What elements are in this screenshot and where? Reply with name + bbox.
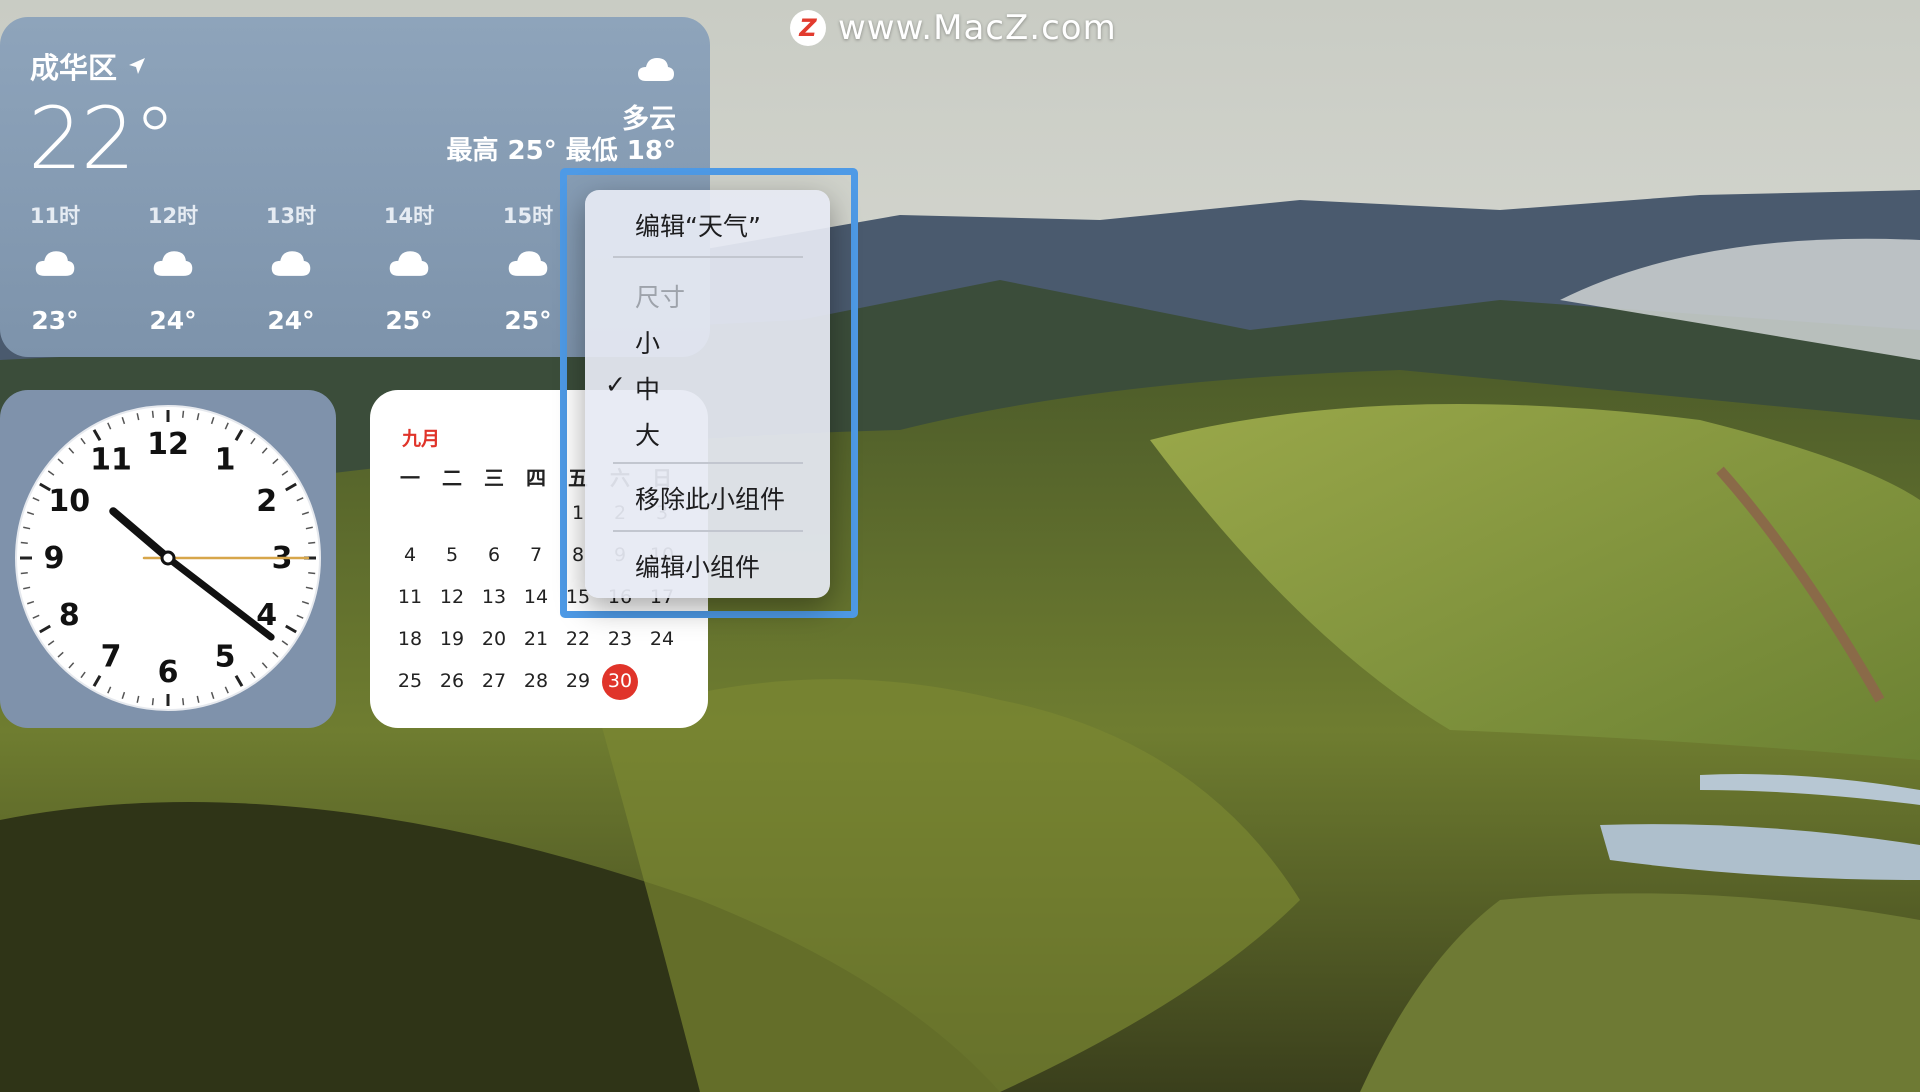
clock-number: 10 bbox=[48, 484, 90, 519]
calendar-day: 27 bbox=[481, 670, 507, 692]
clock-widget[interactable]: 12 1 2 3 4 5 6 7 8 9 10 11 bbox=[0, 390, 336, 728]
clock-number: 8 bbox=[59, 598, 80, 633]
calendar-day: 18 bbox=[397, 628, 423, 650]
calendar-day: 12 bbox=[439, 586, 465, 608]
cloud-icon bbox=[153, 251, 193, 276]
watermark-logo: Z bbox=[790, 10, 826, 46]
hourly-temp: 24° bbox=[267, 306, 315, 335]
clock-number: 1 bbox=[215, 442, 236, 477]
cloud-icon bbox=[35, 251, 75, 276]
calendar-day: 5 bbox=[445, 544, 459, 566]
clock-tick bbox=[181, 698, 185, 706]
menu-size-header: 尺寸 bbox=[635, 283, 686, 312]
calendar-day: 28 bbox=[523, 670, 549, 692]
calendar-day: 25 bbox=[397, 670, 423, 692]
clock-number: 7 bbox=[101, 640, 122, 675]
calendar-day: 30 bbox=[607, 670, 633, 692]
menu-separator bbox=[613, 462, 803, 464]
cloud-icon bbox=[271, 251, 311, 276]
clock-number: 12 bbox=[147, 427, 189, 462]
calendar-day: 26 bbox=[439, 670, 465, 692]
calendar-day: 22 bbox=[565, 628, 591, 650]
hourly-time: 13时 bbox=[265, 204, 317, 228]
hourly-temp: 25° bbox=[385, 306, 433, 335]
calendar-day: 7 bbox=[529, 544, 543, 566]
analog-clock-face: 12 1234567891011 bbox=[15, 405, 321, 711]
checkmark-icon: ✓ bbox=[605, 370, 626, 399]
clock-number: 2 bbox=[256, 484, 277, 519]
calendar-day: 21 bbox=[523, 628, 549, 650]
clock-center-pin bbox=[160, 550, 176, 566]
hourly-time: 14时 bbox=[383, 204, 435, 228]
clock-number: 11 bbox=[90, 442, 132, 477]
clock-number: 9 bbox=[44, 541, 65, 576]
clock-tick bbox=[308, 571, 316, 575]
calendar-day: 19 bbox=[439, 628, 465, 650]
weather-current-temp: 22° bbox=[28, 89, 176, 189]
calendar-day: 29 bbox=[565, 670, 591, 692]
clock-tick bbox=[181, 410, 185, 418]
menu-item-size-large[interactable]: 大 bbox=[635, 416, 660, 452]
hourly-time: 11时 bbox=[29, 204, 81, 228]
clock-tick bbox=[20, 571, 28, 575]
calendar-day: 20 bbox=[481, 628, 507, 650]
weather-high-low: 最高 25° 最低 18° bbox=[446, 136, 676, 166]
location-arrow-icon bbox=[129, 58, 146, 74]
clock-tick bbox=[20, 541, 28, 545]
cloud-icon bbox=[508, 251, 548, 276]
clock-number: 6 bbox=[158, 655, 179, 690]
calendar-weekday: 二 bbox=[442, 466, 462, 490]
calendar-day: 23 bbox=[607, 628, 633, 650]
clock-tick bbox=[308, 541, 316, 545]
calendar-day: 6 bbox=[487, 544, 501, 566]
calendar-day: 13 bbox=[481, 586, 507, 608]
menu-separator bbox=[613, 256, 803, 258]
calendar-month: 九月 bbox=[402, 428, 441, 450]
cloud-icon bbox=[389, 251, 429, 276]
menu-item-edit-weather[interactable]: 编辑“天气” bbox=[635, 207, 761, 243]
cloud-icon bbox=[638, 58, 674, 81]
hourly-item: 12时 24° bbox=[118, 200, 228, 335]
weather-location-label: 成华区 bbox=[30, 51, 118, 85]
hourly-time: 12时 bbox=[147, 204, 199, 228]
menu-item-edit-widgets[interactable]: 编辑小组件 bbox=[635, 548, 760, 584]
weather-location: 成华区 bbox=[30, 45, 147, 87]
clock-tick bbox=[151, 410, 155, 418]
calendar-day: 4 bbox=[403, 544, 417, 566]
calendar-day: 11 bbox=[397, 586, 423, 608]
watermark-text: www.MacZ.com bbox=[838, 8, 1117, 48]
menu-separator bbox=[613, 530, 803, 532]
hourly-temp: 23° bbox=[31, 306, 79, 335]
menu-item-remove-widget[interactable]: 移除此小组件 bbox=[635, 480, 785, 516]
clock-tick bbox=[151, 698, 155, 706]
menu-item-size-medium[interactable]: 中 bbox=[635, 370, 660, 406]
calendar-day: 24 bbox=[649, 628, 675, 650]
calendar-weekday: 一 bbox=[400, 466, 420, 490]
hourly-temp: 24° bbox=[149, 306, 197, 335]
clock-number: 5 bbox=[215, 640, 236, 675]
hourly-item: 11时 23° bbox=[0, 200, 110, 335]
menu-item-size-small[interactable]: 小 bbox=[635, 324, 660, 360]
calendar-day: 14 bbox=[523, 586, 549, 608]
calendar-weekday: 三 bbox=[484, 466, 504, 490]
hourly-item: 13时 24° bbox=[236, 200, 346, 335]
hourly-item: 14时 25° bbox=[354, 200, 464, 335]
calendar-weekday: 四 bbox=[526, 466, 546, 490]
watermark: Z www.MacZ.com bbox=[790, 8, 1117, 48]
widget-context-menu: 编辑“天气” 尺寸 小 ✓ 中 大 移除此小组件 编辑小组件 bbox=[585, 190, 830, 598]
